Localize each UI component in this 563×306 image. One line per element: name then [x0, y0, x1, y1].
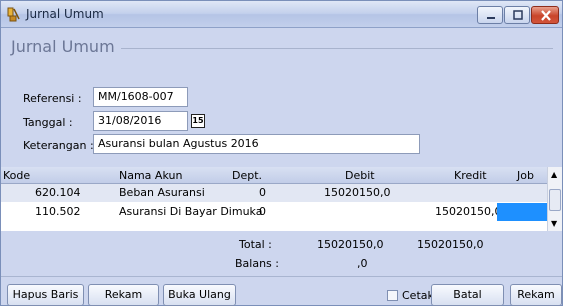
cetak-label: Cetak [402, 289, 434, 302]
balans-label: Balans : [235, 257, 279, 270]
balans-value: ,0 [357, 257, 368, 270]
scroll-up-icon[interactable]: ▲ [551, 170, 557, 179]
col-dept[interactable]: Dept. [232, 169, 262, 182]
col-kredit[interactable]: Kredit [454, 169, 487, 182]
keterangan-input[interactable]: Asuransi bulan Agustus 2016 [93, 134, 420, 154]
title-bar: Jurnal Umum [1, 1, 562, 28]
rekam-button[interactable]: Rekam [510, 284, 562, 306]
maximize-icon [513, 10, 523, 20]
selected-job-cell[interactable] [497, 203, 547, 221]
page-title: Jurnal Umum [11, 37, 115, 56]
calendar-icon[interactable]: 15 [191, 114, 205, 128]
total-debit: 15020150,0 [317, 238, 384, 251]
table-row[interactable]: 620.104 Beban Asuransi 0 15020150,0 [1, 184, 547, 202]
close-button[interactable] [531, 6, 559, 24]
keterangan-label: Keterangan : [23, 139, 94, 152]
cell-kredit: 15020150,0 [435, 205, 502, 218]
rekam-ulang-button[interactable]: Rekam Ulang [88, 284, 159, 306]
minimize-button[interactable] [477, 6, 503, 24]
window-title: Jurnal Umum [26, 7, 104, 21]
referensi-label: Referensi : [23, 92, 82, 105]
col-kode[interactable]: Kode [3, 169, 30, 182]
close-icon [541, 10, 551, 21]
cell-kode: 110.502 [35, 205, 81, 218]
minimize-icon [487, 17, 495, 19]
grid-header: Kode Nama Akun Dept. Debit Kredit Job [1, 167, 547, 184]
batal-button[interactable]: Batal [431, 284, 504, 306]
total-kredit: 15020150,0 [417, 238, 484, 251]
cell-kode: 620.104 [35, 186, 81, 199]
table-row[interactable]: 110.502 Asuransi Di Bayar Dimuka 0 15020… [1, 203, 547, 221]
tanggal-label: Tanggal : [23, 116, 73, 129]
app-icon [7, 7, 20, 22]
referensi-input[interactable]: MM/1608-007 [93, 87, 188, 107]
cell-nama-akun: Asuransi Di Bayar Dimuka [119, 205, 263, 218]
hapus-baris-button[interactable]: Hapus Baris [7, 284, 84, 306]
maximize-button[interactable] [504, 6, 530, 24]
footer-divider [1, 276, 562, 277]
cell-nama-akun: Beban Asuransi [119, 186, 205, 199]
grid-scrollbar[interactable]: ▲ ▼ [547, 167, 562, 231]
col-job[interactable]: Job [517, 169, 534, 182]
cetak-checkbox[interactable] [387, 290, 398, 301]
header-divider [121, 48, 553, 49]
buka-ulang-button[interactable]: Buka Ulang [163, 284, 236, 306]
tanggal-input[interactable]: 31/08/2016 [93, 111, 188, 131]
journal-grid: Kode Nama Akun Dept. Debit Kredit Job 62… [1, 167, 562, 231]
cell-dept: 0 [259, 186, 266, 199]
journal-window: Jurnal Umum Jurnal Umum Referensi : MM/1… [0, 0, 563, 306]
cell-dept: 0 [259, 205, 266, 218]
col-nama-akun[interactable]: Nama Akun [119, 169, 182, 182]
scroll-thumb[interactable] [549, 189, 561, 211]
cell-debit: 15020150,0 [324, 186, 391, 199]
scroll-down-icon[interactable]: ▼ [551, 219, 557, 228]
total-label: Total : [239, 238, 272, 251]
col-debit[interactable]: Debit [345, 169, 375, 182]
